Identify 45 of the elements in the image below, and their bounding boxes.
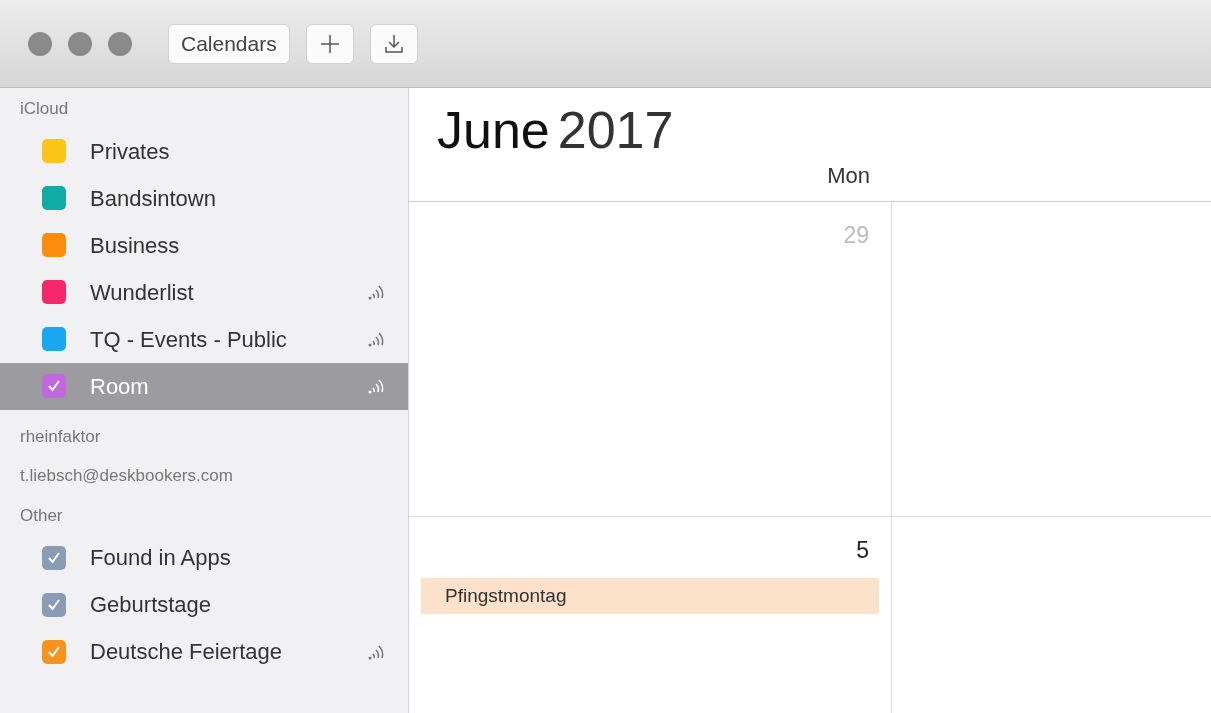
calendar-name: Privates: [90, 137, 171, 166]
group-header: Other: [19, 504, 64, 527]
calendar-checkbox[interactable]: [42, 639, 66, 664]
group-header: t.liebsch@deskbookers.com: [19, 465, 234, 487]
day-number: 5: [855, 536, 869, 566]
calendar-item[interactable]: Business: [0, 221, 408, 269]
calendar-item[interactable]: Geburtstage: [0, 581, 408, 628]
window-control-button[interactable]: [108, 31, 132, 56]
calendar-name: Geburtstage: [90, 591, 213, 619]
calendar-checkbox[interactable]: [42, 327, 66, 351]
calendar-item[interactable]: Privates: [0, 127, 408, 175]
group-header: iCloud: [19, 98, 70, 120]
calendar-item[interactable]: Bandsintown: [0, 174, 408, 222]
calendar-item[interactable]: Wunderlist: [0, 268, 408, 316]
calendar-name: Found in Apps: [90, 544, 232, 572]
import-button[interactable]: [369, 23, 418, 64]
calendar-name: Room: [90, 372, 150, 401]
calendar-item[interactable]: Deutsche Feiertage: [0, 628, 408, 675]
calendar-checkbox[interactable]: [42, 374, 66, 398]
calendar-name: Business: [90, 231, 181, 260]
event-bar[interactable]: Pfingstmontag: [421, 577, 879, 615]
calendar-name: Wunderlist: [90, 278, 195, 307]
download-icon: [382, 32, 405, 55]
calendar-checkbox[interactable]: [42, 280, 66, 304]
calendar-item[interactable]: Found in Apps: [0, 534, 408, 581]
plus-icon: [318, 32, 341, 55]
calendar-checkbox[interactable]: [42, 545, 66, 570]
window-control-button[interactable]: [68, 31, 92, 56]
calendar-item[interactable]: TQ - Events - Public: [0, 315, 408, 363]
calendar-checkbox[interactable]: [42, 233, 66, 257]
day-number: 29: [842, 221, 869, 251]
month-title: June: [437, 102, 550, 160]
add-button[interactable]: [305, 23, 354, 64]
calendar-checkbox[interactable]: [42, 592, 66, 617]
year-title: 2017: [557, 102, 674, 160]
calendar-checkbox[interactable]: [42, 139, 66, 163]
weekday-label: Mon: [826, 162, 871, 191]
calendar-checkbox[interactable]: [42, 186, 66, 210]
group-header: rheinfaktor: [19, 425, 102, 448]
checkmark-icon: [46, 378, 62, 394]
calendar-name: TQ - Events - Public: [90, 325, 288, 354]
calendars-button[interactable]: Calendars: [168, 23, 290, 64]
calendar-name: Bandsintown: [90, 184, 217, 213]
calendar-name: Deutsche Feiertage: [90, 638, 283, 666]
window-control-button[interactable]: [28, 31, 52, 56]
